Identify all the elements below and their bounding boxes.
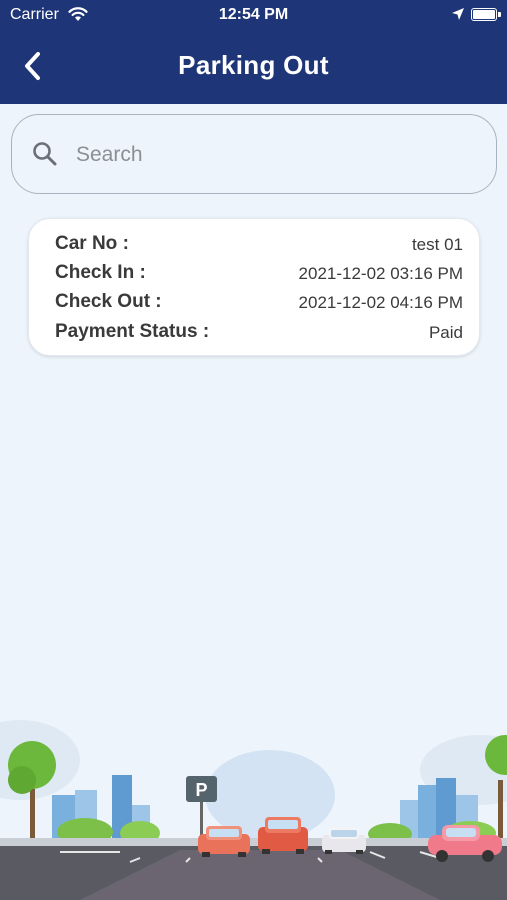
parking-sign-letter: P — [195, 780, 207, 800]
location-arrow-icon — [451, 7, 465, 26]
parked-car — [258, 817, 308, 854]
page-title: Parking Out — [178, 50, 329, 80]
check-out-row: Check Out : 2021-12-02 04:16 PM — [55, 291, 463, 319]
check-in-label: Check In : — [55, 262, 146, 283]
search-bar[interactable] — [11, 114, 497, 194]
parking-record-card[interactable]: Car No : test 01 Check In : 2021-12-02 0… — [28, 218, 480, 356]
tree-crown — [8, 766, 36, 794]
status-time: 12:54 PM — [218, 6, 289, 23]
app-header: Carrier 12:54 PM Parking Out — [0, 0, 507, 104]
search-icon — [32, 141, 58, 172]
payment-status-row: Payment Status : Paid — [55, 321, 463, 349]
car-no-row: Car No : test 01 — [55, 233, 463, 261]
payment-status-label: Payment Status : — [55, 321, 210, 342]
check-out-value: 2021-12-02 04:16 PM — [298, 293, 463, 312]
payment-status-value: Paid — [428, 323, 463, 342]
parked-car — [322, 828, 366, 854]
check-in-row: Check In : 2021-12-02 03:16 PM — [55, 262, 463, 290]
battery-icon — [471, 8, 497, 21]
status-bar: Carrier 12:54 PM — [0, 0, 507, 30]
parking-lot-illustration: P — [0, 720, 507, 900]
check-in-value: 2021-12-02 03:16 PM — [298, 264, 463, 283]
battery-tip — [498, 12, 501, 17]
car-no-label: Car No : — [55, 233, 129, 254]
check-out-label: Check Out : — [55, 291, 162, 312]
parking-sign-pole — [200, 800, 203, 840]
search-input[interactable] — [76, 137, 476, 173]
tree-trunk — [498, 780, 503, 840]
car-no-value: test 01 — [411, 235, 463, 254]
